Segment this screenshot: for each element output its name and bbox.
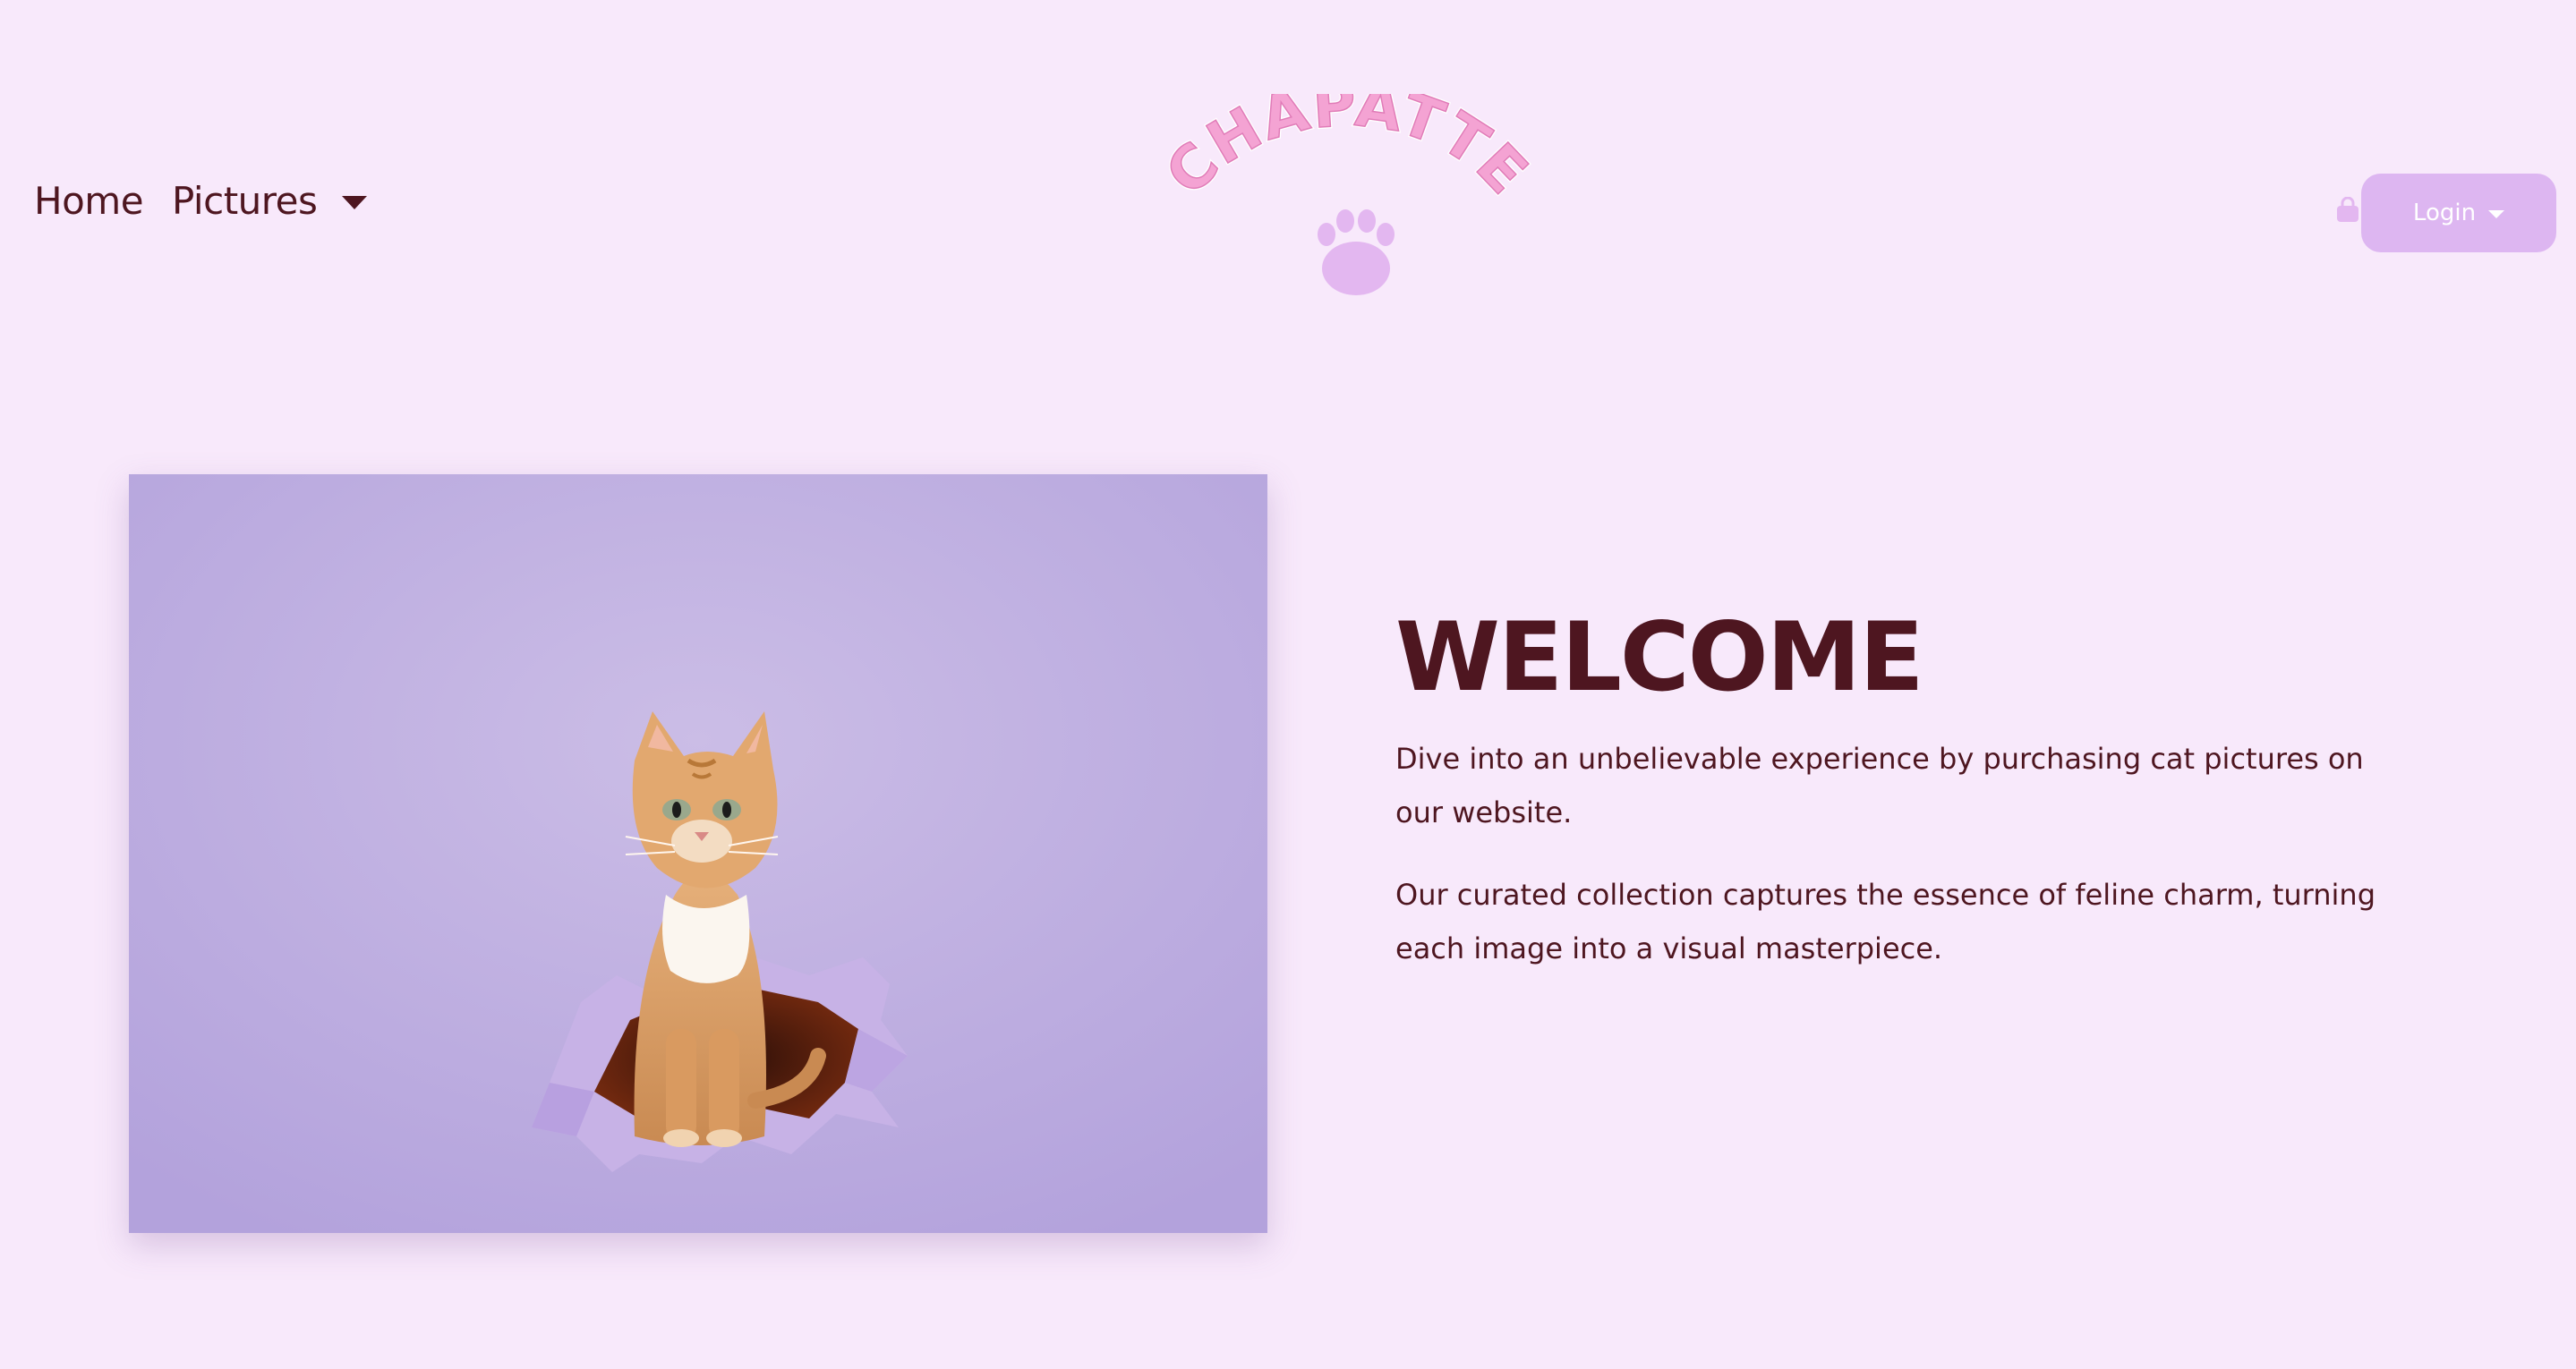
- cat-illustration: [129, 474, 1267, 1233]
- paw-icon: [1318, 209, 1395, 295]
- svg-text:CHAPATTE: CHAPATTE: [1153, 94, 1542, 208]
- login-button[interactable]: Login: [2361, 174, 2556, 252]
- chevron-down-icon: [342, 196, 368, 209]
- login-label: Login: [2412, 200, 2477, 226]
- hero-text-section: WELCOME Dive into an unbelievable experi…: [1395, 608, 2398, 1004]
- nav-pictures-label: Pictures: [172, 179, 318, 223]
- main-nav: Home Pictures: [34, 179, 368, 223]
- logo-graphic: CHAPATTE CHAPATTE: [1151, 69, 1542, 295]
- nav-home-link[interactable]: Home: [34, 179, 144, 223]
- chevron-down-icon: [2488, 210, 2505, 218]
- shopping-bag-icon[interactable]: [2334, 197, 2361, 224]
- hero-cat-image: [129, 474, 1267, 1233]
- page: Home Pictures CHAPATTE CHAPATTE Login WE…: [0, 0, 2576, 1369]
- brand-logo[interactable]: CHAPATTE CHAPATTE: [1137, 69, 1557, 318]
- hero-paragraph-1: Dive into an unbelievable experience by …: [1395, 742, 2364, 829]
- nav-pictures-dropdown[interactable]: Pictures: [172, 179, 368, 223]
- hero-paragraph-2: Our curated collection captures the esse…: [1395, 878, 2376, 965]
- welcome-title: WELCOME: [1395, 602, 1924, 712]
